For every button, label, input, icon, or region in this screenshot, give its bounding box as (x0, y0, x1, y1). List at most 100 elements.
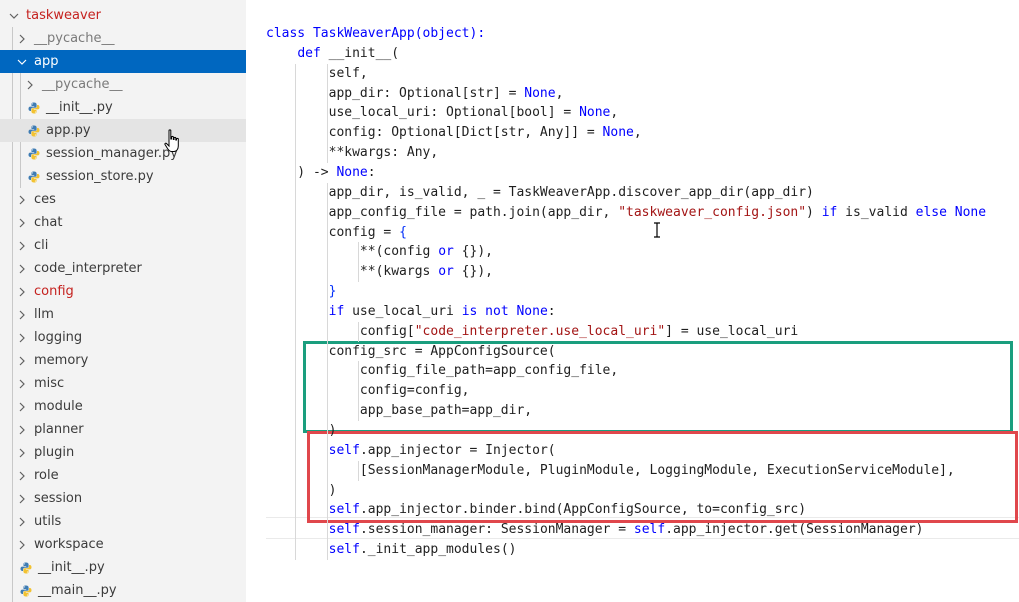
tree-folder-chat[interactable]: chat (0, 211, 246, 234)
tree-folder-workspace[interactable]: workspace (0, 533, 246, 556)
tree-folder-plugin[interactable]: plugin (0, 441, 246, 464)
code-line[interactable]: config["code_interpreter.use_local_uri"]… (266, 322, 798, 342)
tree-item-label: __init__.py (46, 100, 113, 115)
chevron-right-icon[interactable] (16, 539, 28, 551)
chevron-right-icon[interactable] (16, 309, 28, 321)
chevron-right-icon[interactable] (16, 286, 28, 298)
code-line[interactable]: **kwargs: Any, (266, 143, 439, 163)
tree-item-label: cli (34, 238, 49, 253)
code-line[interactable]: **(config or {}), (266, 242, 493, 262)
code-token: "taskweaver_config.json" (618, 204, 807, 220)
tree-folder-cli[interactable]: cli (0, 234, 246, 257)
code-line[interactable]: app_dir, is_valid, _ = TaskWeaverApp.dis… (266, 183, 814, 203)
code-line[interactable]: ) -> None: (266, 163, 375, 183)
chevron-right-icon[interactable] (16, 447, 28, 459)
code-line[interactable]: def __init__( (266, 44, 399, 64)
chevron-down-icon[interactable] (16, 56, 28, 68)
python-file-icon (20, 562, 32, 574)
code-line[interactable]: config_file_path=app_config_file, (266, 361, 618, 381)
code-line[interactable]: ) (266, 421, 337, 441)
tree-folder-config[interactable]: config (0, 280, 246, 303)
code-line[interactable]: use_local_uri: Optional[bool] = None, (266, 103, 619, 123)
tree-file-main-py[interactable]: __main__.py (0, 579, 246, 602)
code-line[interactable]: [SessionManagerModule, PluginModule, Log… (266, 461, 955, 481)
code-token: None (336, 164, 368, 180)
code-line[interactable]: self.app_injector.binder.bind(AppConfigS… (266, 500, 806, 520)
code-token: __init__( (320, 45, 400, 61)
chevron-right-icon[interactable] (16, 516, 28, 528)
code-token: "code_interpreter.use_local_uri" (414, 323, 666, 339)
code-token: , (610, 105, 619, 121)
code-token: None (524, 85, 556, 101)
code-editor[interactable]: class TaskWeaverApp(object): def __init_… (246, 0, 1019, 602)
tree-folder-taskweaver[interactable]: taskweaver (0, 4, 246, 27)
code-token: config_src = AppConfigSource( (266, 343, 556, 359)
code-line[interactable]: config=config, (266, 381, 470, 401)
tree-folder-llm[interactable]: llm (0, 303, 246, 326)
code-line[interactable]: config: Optional[Dict[str, Any]] = None, (266, 123, 642, 143)
tree-item-label: chat (34, 215, 63, 230)
code-token: app_dir, is_valid, _ = TaskWeaverApp.dis… (266, 184, 814, 200)
tree-folder-code-interpreter[interactable]: code_interpreter (0, 257, 246, 280)
code-line[interactable]: config = { (266, 223, 407, 243)
tree-file-init-py[interactable]: __init__.py (0, 556, 246, 579)
tree-file-session-store-py[interactable]: session_store.py (0, 165, 246, 188)
code-line[interactable]: app_dir: Optional[str] = None, (266, 84, 564, 104)
tree-folder-ces[interactable]: ces (0, 188, 246, 211)
tree-item-label: app.py (46, 123, 91, 138)
tree-folder-memory[interactable]: memory (0, 349, 246, 372)
chevron-right-icon[interactable] (16, 332, 28, 344)
tree-item-label: session (34, 491, 83, 506)
code-token: self, (266, 65, 368, 81)
tree-folder-planner[interactable]: planner (0, 418, 246, 441)
chevron-right-icon[interactable] (16, 378, 28, 390)
chevron-right-icon[interactable] (24, 79, 36, 91)
code-token: use_local_uri (344, 303, 462, 319)
chevron-right-icon[interactable] (16, 355, 28, 367)
code-line[interactable]: config_src = AppConfigSource( (266, 342, 556, 362)
chevron-right-icon[interactable] (16, 263, 28, 275)
code-token: None (579, 105, 611, 121)
chevron-right-icon[interactable] (16, 401, 28, 413)
code-line[interactable]: if use_local_uri is not None: (266, 302, 556, 322)
python-file-icon (20, 585, 32, 597)
tree-folder-pycache[interactable]: __pycache__ (0, 73, 246, 96)
tree-folder-role[interactable]: role (0, 464, 246, 487)
code-token: class TaskWeaverApp(object): (266, 26, 486, 41)
code-line[interactable]: class TaskWeaverApp(object): (266, 24, 485, 44)
code-line[interactable]: } (266, 282, 337, 302)
tree-folder-logging[interactable]: logging (0, 326, 246, 349)
chevron-down-icon[interactable] (8, 10, 20, 22)
tree-folder-module[interactable]: module (0, 395, 246, 418)
chevron-right-icon[interactable] (16, 493, 28, 505)
code-token: {}), (453, 264, 493, 280)
code-line[interactable]: self.session_manager: SessionManager = s… (266, 520, 924, 540)
tree-folder-utils[interactable]: utils (0, 510, 246, 533)
code-line[interactable]: self.app_injector = Injector( (266, 441, 556, 461)
code-line[interactable]: self, (266, 64, 368, 84)
chevron-right-icon[interactable] (16, 424, 28, 436)
tree-item-label: workspace (34, 537, 104, 552)
tree-folder-pycache[interactable]: __pycache__ (0, 27, 246, 50)
tree-item-label: session_manager.py (46, 146, 178, 161)
code-line[interactable]: ) (266, 481, 337, 501)
code-line[interactable]: **(kwargs or {}), (266, 262, 493, 282)
code-line[interactable]: self._init_app_modules() (266, 540, 517, 560)
tree-item-label: misc (34, 376, 65, 391)
code-line[interactable]: app_base_path=app_dir, (266, 401, 532, 421)
chevron-right-icon[interactable] (16, 33, 28, 45)
code-token: .session_manager: SessionManager = (359, 522, 634, 538)
code-token: **(kwargs (266, 264, 439, 280)
tree-file-app-py[interactable]: app.py (0, 119, 246, 142)
tree-file-session-manager-py[interactable]: session_manager.py (0, 142, 246, 165)
chevron-right-icon[interactable] (16, 470, 28, 482)
chevron-right-icon[interactable] (16, 194, 28, 206)
code-line[interactable]: app_config_file = path.join(app_dir, "ta… (266, 203, 986, 223)
tree-folder-app[interactable]: app (0, 50, 246, 73)
tree-item-label: role (34, 468, 59, 483)
tree-folder-session[interactable]: session (0, 487, 246, 510)
chevron-right-icon[interactable] (16, 240, 28, 252)
tree-file-init-py[interactable]: __init__.py (0, 96, 246, 119)
tree-folder-misc[interactable]: misc (0, 372, 246, 395)
chevron-right-icon[interactable] (16, 217, 28, 229)
